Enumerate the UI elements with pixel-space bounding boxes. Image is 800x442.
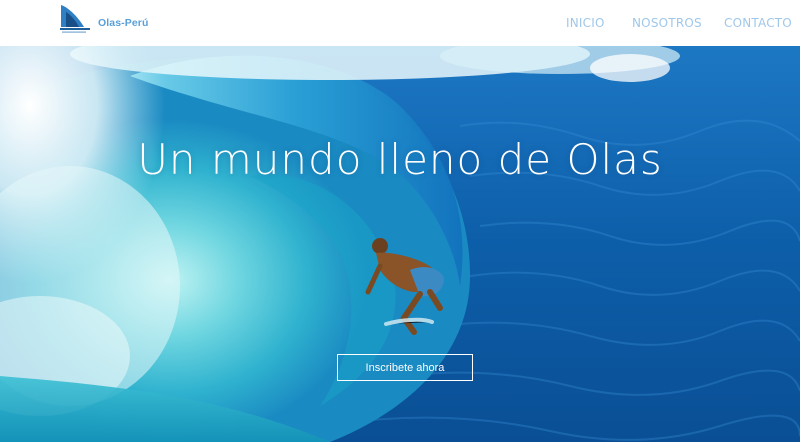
nav-contacto[interactable]: CONTACTO bbox=[724, 16, 792, 30]
site-header: Olas-Perú INICIO NOSOTROS CONTACTO bbox=[0, 0, 800, 46]
surfer-wave-image bbox=[0, 46, 800, 442]
nav-inicio[interactable]: INICIO bbox=[566, 16, 605, 30]
nav-nosotros[interactable]: NOSOTROS bbox=[632, 16, 702, 30]
hero-banner: Un mundo lleno de Olas Inscribete ahora bbox=[0, 46, 800, 442]
main-nav: INICIO NOSOTROS CONTACTO bbox=[0, 16, 800, 32]
signup-button[interactable]: Inscribete ahora bbox=[337, 354, 473, 381]
hero-headline: Un mundo lleno de Olas bbox=[137, 135, 663, 184]
